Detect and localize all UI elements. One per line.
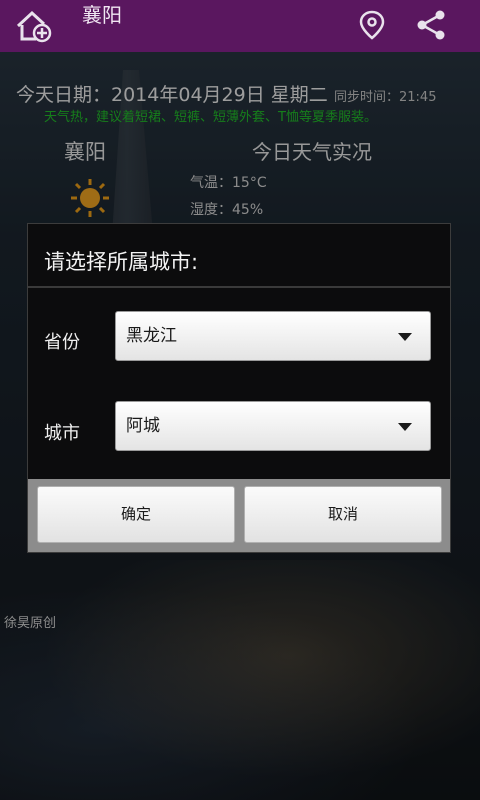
province-label: 省份 <box>44 332 80 353</box>
home-add-icon[interactable] <box>14 6 54 46</box>
dropdown-arrow-icon <box>398 333 412 341</box>
app-title: 襄阳 <box>82 3 122 27</box>
dialog-divider <box>28 286 450 288</box>
dropdown-arrow-icon <box>398 423 412 431</box>
province-value: 黑龙江 <box>126 326 177 346</box>
location-pin-icon[interactable] <box>358 10 386 40</box>
share-icon[interactable] <box>414 8 448 42</box>
cancel-button[interactable]: 取消 <box>244 486 442 543</box>
ok-button[interactable]: 确定 <box>37 486 235 543</box>
city-label: 城市 <box>44 423 80 444</box>
dialog-button-bar: 确定 取消 <box>28 479 450 552</box>
app-bar: 襄阳 <box>0 0 480 52</box>
city-select-dialog: 请选择所属城市: 省份 黑龙江 城市 阿城 确定 取消 <box>27 223 451 553</box>
province-spinner[interactable]: 黑龙江 <box>115 311 431 361</box>
city-spinner[interactable]: 阿城 <box>115 401 431 451</box>
city-value: 阿城 <box>126 416 160 436</box>
dialog-title: 请选择所属城市: <box>44 250 199 274</box>
